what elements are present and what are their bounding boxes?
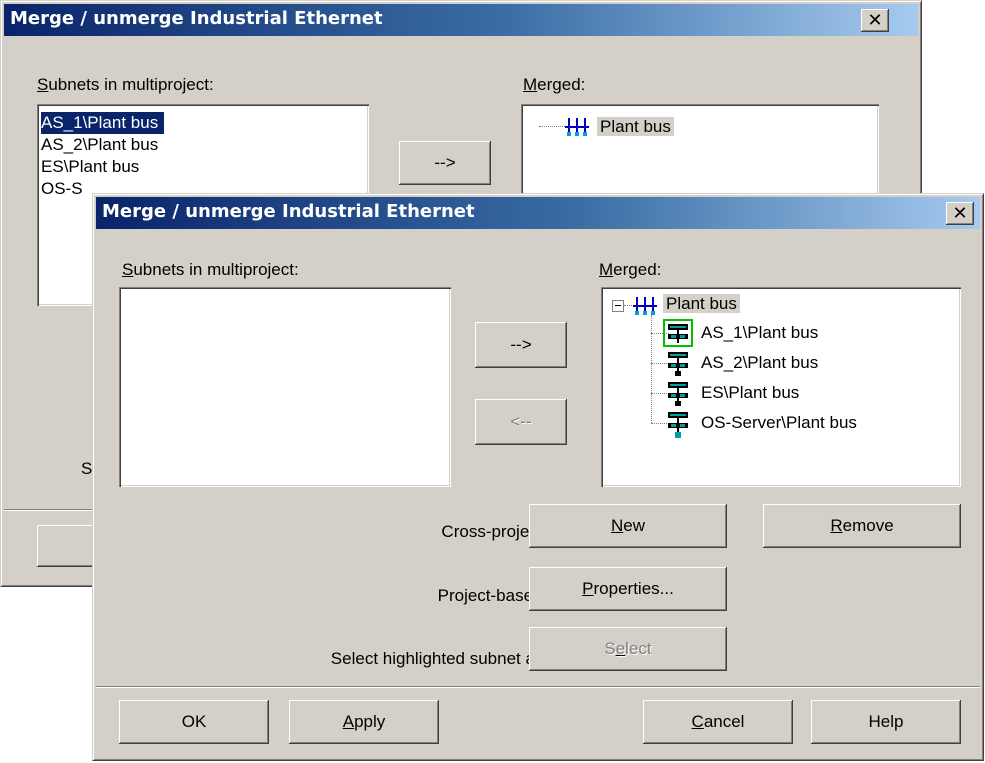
subnet-icon xyxy=(668,412,688,438)
bottom-separator xyxy=(96,686,980,688)
merged-tree-child[interactable]: ES\Plant bus xyxy=(701,382,799,404)
front-close-button[interactable]: ✕ xyxy=(946,202,974,225)
new-button[interactable]: New xyxy=(529,504,727,548)
remove-button[interactable]: Remove xyxy=(763,504,961,548)
back-merged-label: Merged: xyxy=(523,75,586,94)
back-close-button[interactable]: ✕ xyxy=(861,9,889,32)
merged-tree[interactable]: Plant bus AS_1\Plant bus AS_2\Plant bus xyxy=(601,287,961,487)
subnet-icon xyxy=(668,382,688,406)
help-button[interactable]: Help xyxy=(811,700,961,744)
merged-tree-child[interactable]: AS_1\Plant bus xyxy=(701,322,818,344)
back-subnets-label: Subnets in multiproject: xyxy=(37,75,214,94)
subnets-label: Subnets in multiproject: xyxy=(122,260,299,279)
remove-from-merged-button[interactable]: <-- xyxy=(475,399,567,445)
tree-connector xyxy=(651,315,652,423)
back-add-button[interactable]: --> xyxy=(399,141,491,185)
network-bus-icon xyxy=(565,118,589,136)
front-dialog: Merge / unmerge Industrial Ethernet ✕ Su… xyxy=(92,193,984,761)
apply-button[interactable]: Apply xyxy=(289,700,439,744)
list-item[interactable]: ES\Plant bus xyxy=(41,156,139,178)
list-item[interactable]: AS_2\Plant bus xyxy=(41,134,158,156)
list-item[interactable]: AS_1\Plant bus xyxy=(39,111,166,135)
front-dialog-title: Merge / unmerge Industrial Ethernet xyxy=(102,201,475,222)
cancel-button[interactable]: Cancel xyxy=(643,700,793,744)
subnet-icon xyxy=(668,352,688,376)
back-merged-tree[interactable]: Plant bus xyxy=(521,104,879,204)
add-to-merged-button[interactable]: --> xyxy=(475,322,567,368)
merged-label: Merged: xyxy=(599,260,662,279)
properties-button[interactable]: Properties... xyxy=(529,567,727,611)
close-icon: ✕ xyxy=(952,203,968,224)
merged-tree-child[interactable]: AS_2\Plant bus xyxy=(701,352,818,374)
close-icon: ✕ xyxy=(867,10,883,31)
back-partial-label: S xyxy=(81,459,93,478)
back-merged-root[interactable]: Plant bus xyxy=(597,116,674,138)
back-dialog-title: Merge / unmerge Industrial Ethernet xyxy=(10,8,383,29)
collapse-icon[interactable] xyxy=(612,300,624,312)
subnets-list[interactable] xyxy=(119,287,451,487)
merged-tree-child[interactable]: OS-Server\Plant bus xyxy=(701,412,857,434)
network-bus-icon xyxy=(633,297,657,315)
ok-button[interactable]: OK xyxy=(119,700,269,744)
list-item[interactable]: OS-S xyxy=(41,178,83,200)
subnet-icon xyxy=(663,319,693,347)
back-dialog-titlebar[interactable]: Merge / unmerge Industrial Ethernet ✕ xyxy=(4,4,918,36)
select-button[interactable]: Select xyxy=(529,627,727,671)
merged-tree-root[interactable]: Plant bus xyxy=(663,293,740,315)
front-dialog-titlebar[interactable]: Merge / unmerge Industrial Ethernet ✕ xyxy=(96,197,980,229)
